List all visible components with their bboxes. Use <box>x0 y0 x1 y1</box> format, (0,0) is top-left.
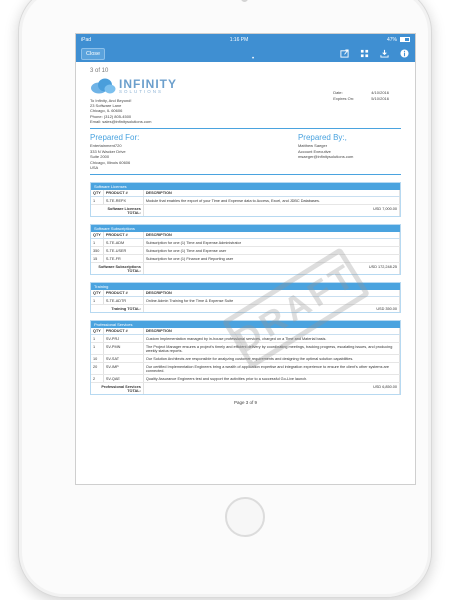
quote-dates: Date: 4/10/2016 Expires On: 5/10/2016 <box>333 90 389 124</box>
cell-product: SV-PRJ <box>103 334 144 344</box>
grid-icon[interactable] <box>358 48 370 60</box>
total-label: Software Licenses TOTAL: <box>91 204 144 217</box>
cell-qty: 1 <box>91 196 104 206</box>
battery-icon <box>400 37 410 42</box>
table-row: 15 S-TE-FR Subscription for one (1) Financ… <box>91 254 401 264</box>
cell-product: S-TE-USER <box>103 246 144 256</box>
page-indicator: 3 of 10 <box>90 68 109 74</box>
cell-product: SV-QAE <box>103 374 144 384</box>
section-software-subscriptions: Software Subscriptions QTY PRODUCT # DESCRI… <box>90 224 401 276</box>
download-icon[interactable] <box>378 48 390 60</box>
prepared-block: Prepared For: Entertainment720 333 N Wac… <box>90 133 401 170</box>
cell-qty: 1 <box>91 334 104 344</box>
total-value: USD 6,850.00 <box>143 382 401 395</box>
cell-description: Subscription for one (1) Time and Expens… <box>143 238 401 248</box>
line-item-table: QTY PRODUCT # DESCRIPTION 1 S-TE-REPX Module … <box>91 190 401 217</box>
cell-product: SV-IMP <box>103 362 144 376</box>
cell-product: SV-SAT <box>103 354 144 364</box>
total-row: Software Licenses TOTAL: USD 7,000.00 <box>91 204 401 217</box>
table-row: 1 S-TE-ADM Subscription for one (1) Time a… <box>91 238 401 248</box>
cell-description: Quality Assurance Engineers test and sup… <box>143 374 401 384</box>
total-label: Training TOTAL: <box>91 304 144 313</box>
cell-product: SV-PMN <box>103 342 144 356</box>
section-title: Software Licenses <box>91 183 400 191</box>
cell-description: Subscription for one (1) Finance and Rep… <box>143 254 401 264</box>
divider <box>90 174 401 176</box>
table-row: 2 SV-QAE Quality Assurance Engineers test … <box>91 374 401 384</box>
company-address: To Infinity, And Beyond! 23 Software Lan… <box>90 98 177 125</box>
total-row: Professional Services TOTAL: USD 6,850.00 <box>91 382 401 395</box>
total-value: USD 7,000.00 <box>143 204 401 217</box>
cell-description: Subscription for one (1) Time and Expens… <box>143 246 401 256</box>
company-logo: INFINITY SOLUTIONS <box>90 78 177 95</box>
company-block: INFINITY SOLUTIONS To Infinity, And Beyo… <box>90 78 177 124</box>
divider <box>90 128 401 130</box>
prepared-for-line: USA <box>90 165 99 171</box>
cell-product: S-TE-REPX <box>103 196 144 206</box>
cell-description: Our certified Implementation Engineers b… <box>143 362 401 376</box>
cell-product: S-TE-ADM <box>103 238 144 248</box>
cloud-logo-icon <box>91 78 116 94</box>
total-label: Software Subscriptions TOTAL: <box>91 262 144 275</box>
cell-product: S-TE-ADTR <box>103 296 144 306</box>
date-row: Date: 4/10/2016 <box>333 90 389 95</box>
home-button[interactable] <box>225 497 265 537</box>
cell-qty: 1 <box>91 342 104 356</box>
prepared-by-line: msaeger@infinitysolutions.com <box>297 154 354 160</box>
table-row: 20 SV-IMP Our certified Implementation Eng… <box>91 362 401 376</box>
cell-qty: 350 <box>91 246 104 256</box>
total-label: Professional Services TOTAL: <box>91 382 144 395</box>
battery-percent: 47% <box>386 36 397 43</box>
page-footer: Page 3 of 9 <box>233 400 258 406</box>
total-value: USD 172,248.25 <box>143 262 401 275</box>
cell-qty: 15 <box>91 254 104 264</box>
viewer-toolbar: Close <box>76 45 415 62</box>
cell-qty: 1 <box>91 296 104 306</box>
ipad-screen: iPad 1:16 PM 47% Close • 3 of 10 INFINIT… <box>75 33 416 485</box>
document-header: INFINITY SOLUTIONS To Infinity, And Beyo… <box>90 78 401 124</box>
section-software-licenses: Software Licenses QTY PRODUCT # DESCRIPTION… <box>90 182 401 218</box>
cell-qty: 1 <box>91 238 104 248</box>
table-row: 1 S-TE-REPX Module that enables the export… <box>91 196 401 206</box>
cell-qty: 10 <box>91 354 104 364</box>
close-button[interactable]: Close <box>81 47 106 60</box>
export-icon[interactable] <box>338 48 350 60</box>
status-bar: iPad 1:16 PM 47% <box>76 34 415 45</box>
section-title: Software Subscriptions <box>91 225 400 233</box>
status-right: 47% <box>387 37 410 43</box>
cell-description: Module that enables the export of your T… <box>143 196 401 206</box>
ipad-frame: iPad 1:16 PM 47% Close • 3 of 10 INFINIT… <box>18 0 432 598</box>
prepared-by: Prepared By:, Matthew Saeger Account Exe… <box>258 133 401 170</box>
info-icon[interactable] <box>398 48 410 60</box>
expires-row: Expires On: 5/10/2016 <box>333 96 389 101</box>
cell-product: S-TE-FR <box>103 254 144 264</box>
quote-document: 3 of 10 INFINITY SOLUTIONS To Infinity, … <box>76 62 415 405</box>
front-camera <box>241 0 248 2</box>
clock: 1:16 PM <box>229 36 249 43</box>
table-row: 350 S-TE-USER Subscription for one (1) Tim… <box>91 246 401 256</box>
prepared-for: Prepared For: Entertainment720 333 N Wac… <box>90 133 233 170</box>
address-line: Email: sales@infinitysolutions.com <box>90 119 152 125</box>
cell-qty: 2 <box>91 374 104 384</box>
prepared-by-heading: Prepared By:, <box>297 133 347 143</box>
cell-qty: 20 <box>91 362 104 376</box>
carrier-label: iPad <box>81 36 92 43</box>
prepared-for-heading: Prepared For: <box>90 133 140 143</box>
